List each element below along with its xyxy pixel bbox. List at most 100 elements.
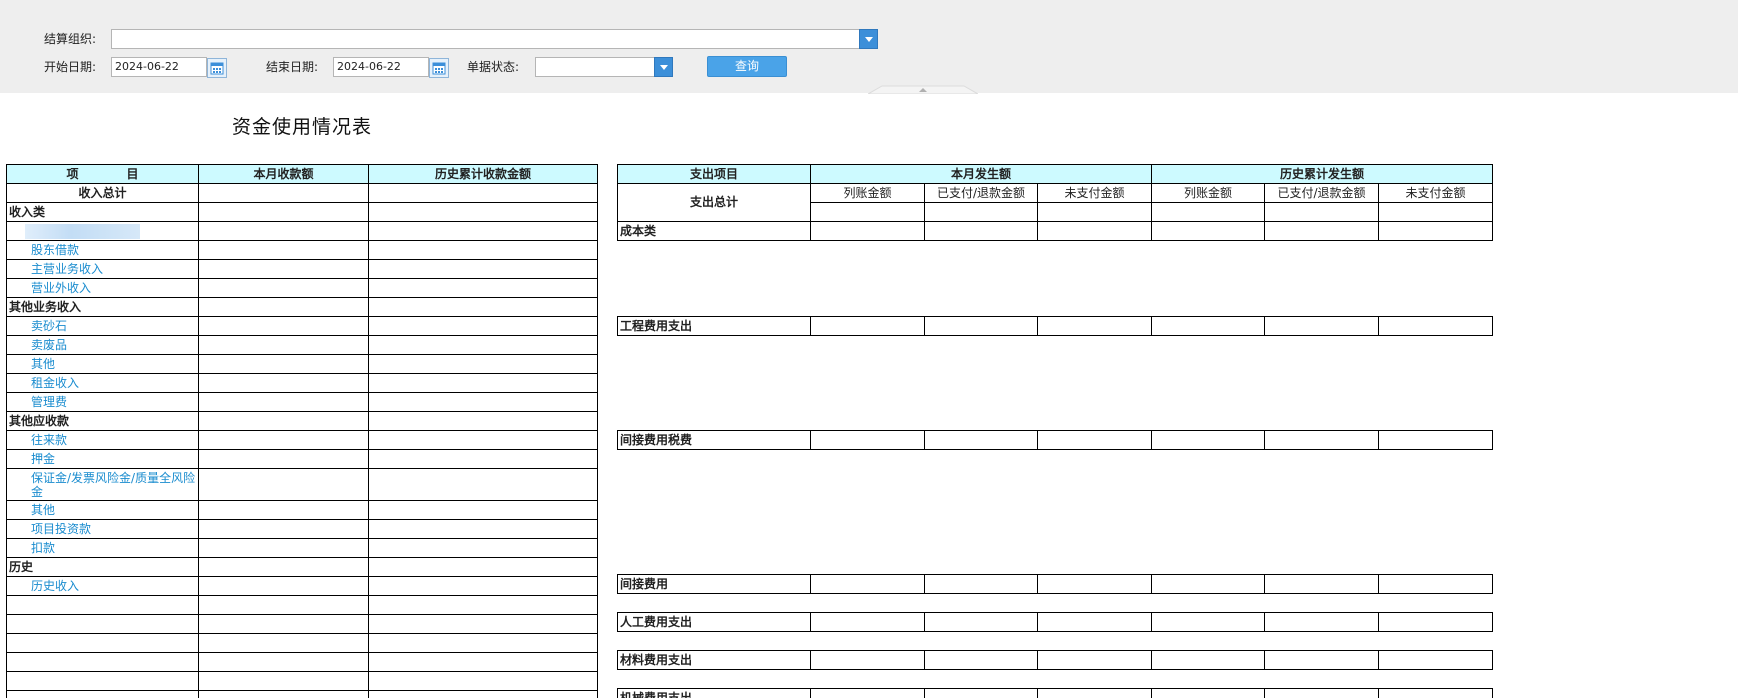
income-item-label: 其他应收款 [6, 411, 199, 431]
sub-header-history-booked: 列账金额 [1151, 183, 1265, 203]
table-cell [368, 576, 598, 596]
org-dropdown-arrow-icon[interactable] [859, 29, 878, 49]
table-cell [1151, 202, 1265, 222]
table-cell [198, 430, 369, 450]
income-header-row: 项 目 本月收款额 历史累计收款金额 [6, 164, 598, 184]
table-cell [198, 297, 369, 317]
income-item-label[interactable]: 扣款 [6, 538, 199, 558]
table-cell [198, 652, 369, 672]
table-cell [198, 259, 369, 279]
expense-section-table: 机械费用支出 [617, 688, 1493, 698]
expense-section-row: 人工费用支出 [617, 612, 1493, 632]
table-row: 历史 [6, 557, 598, 577]
table-cell [6, 690, 199, 698]
sub-header-month-paid: 已支付/退款金额 [924, 183, 1038, 203]
table-cell [368, 468, 598, 501]
start-calendar-icon[interactable] [207, 58, 227, 78]
table-row [6, 633, 598, 653]
section-cost: 成本类 [617, 221, 811, 241]
income-item-label[interactable]: 其他 [6, 354, 199, 374]
expense-section-table: 工程费用支出 [617, 316, 1493, 336]
col-header-month-amount: 本月发生额 [810, 164, 1152, 184]
table-row [6, 614, 598, 634]
expense-section-table: 人工费用支出 [617, 612, 1493, 632]
table-cell [368, 392, 598, 412]
income-item-label[interactable] [6, 221, 199, 241]
table-cell [1037, 202, 1152, 222]
expense-section-table: 间接费用税费 [617, 430, 1493, 450]
table-cell [1264, 202, 1379, 222]
table-cell [368, 652, 598, 672]
collapse-toggle-icon[interactable] [868, 85, 978, 94]
redacted-label [25, 223, 140, 239]
income-item-label[interactable]: 股东借款 [6, 240, 199, 260]
table-cell [198, 633, 369, 653]
table-row: 历史收入 [6, 576, 598, 596]
table-cell [198, 221, 369, 241]
table-cell [6, 671, 199, 691]
table-cell [198, 316, 369, 336]
expense-section-row: 成本类 [617, 221, 1493, 241]
income-item-label[interactable]: 主营业务收入 [6, 259, 199, 279]
table-cell [368, 411, 598, 431]
table-cell [198, 411, 369, 431]
table-cell [368, 690, 598, 698]
income-item-label[interactable]: 押金 [6, 449, 199, 469]
income-item-label: 其他业务收入 [6, 297, 199, 317]
expense-section-row: 工程费用支出 [617, 316, 1493, 336]
table-row [6, 221, 598, 241]
table-cell [198, 183, 369, 203]
table-row [6, 652, 598, 672]
sub-header-month-unpaid: 未支付金额 [1037, 183, 1152, 203]
org-label: 结算组织: [44, 32, 97, 46]
income-item-label[interactable]: 管理费 [6, 392, 199, 412]
table-row: 管理费 [6, 392, 598, 412]
start-date-value: 2024-06-22 [115, 60, 179, 73]
table-cell [368, 614, 598, 634]
end-date-input[interactable]: 2024-06-22 [333, 57, 449, 78]
table-cell [368, 240, 598, 260]
table-row: 营业外收入 [6, 278, 598, 298]
table-row: 往来款 [6, 430, 598, 450]
query-button[interactable]: 查询 [707, 56, 787, 77]
income-item-label[interactable]: 保证金/发票风险金/质量全风险金 [6, 468, 199, 501]
income-item-label: 收入类 [6, 202, 199, 222]
table-row: 租金收入 [6, 373, 598, 393]
income-item-label[interactable]: 营业外收入 [6, 278, 199, 298]
table-cell [198, 278, 369, 298]
table-cell [198, 671, 369, 691]
status-select[interactable] [535, 57, 673, 77]
table-row: 主营业务收入 [6, 259, 598, 279]
end-date-value: 2024-06-22 [337, 60, 401, 73]
section-engineering: 工程费用支出 [617, 316, 811, 336]
table-cell [368, 259, 598, 279]
table-row: 其他 [6, 354, 598, 374]
org-select[interactable] [111, 29, 878, 49]
table-cell [368, 595, 598, 615]
income-item-label[interactable]: 历史收入 [6, 576, 199, 596]
section-indirect-tax: 间接费用税费 [617, 430, 811, 450]
income-item-label: 历史 [6, 557, 199, 577]
table-cell [368, 538, 598, 558]
income-item-label[interactable]: 项目投资款 [6, 519, 199, 539]
section-labor: 人工费用支出 [617, 612, 811, 632]
table-cell [1378, 202, 1493, 222]
table-row: 收入类 [6, 202, 598, 222]
table-cell [6, 614, 199, 634]
income-item-label[interactable]: 卖废品 [6, 335, 199, 355]
status-label: 单据状态: [467, 60, 520, 74]
income-item-label[interactable]: 租金收入 [6, 373, 199, 393]
end-date-label: 结束日期: [266, 60, 319, 74]
table-cell [198, 538, 369, 558]
table-cell [198, 468, 369, 501]
table-cell [198, 202, 369, 222]
status-dropdown-arrow-icon[interactable] [654, 57, 673, 77]
end-calendar-icon[interactable] [429, 58, 449, 78]
start-date-input[interactable]: 2024-06-22 [111, 57, 227, 78]
income-item-label[interactable]: 其他 [6, 500, 199, 520]
expense-section-row: 间接费用 [617, 574, 1493, 594]
income-item-label[interactable]: 往来款 [6, 430, 199, 450]
income-item-label[interactable]: 卖砂石 [6, 316, 199, 336]
table-row [6, 595, 598, 615]
table-cell [368, 449, 598, 469]
